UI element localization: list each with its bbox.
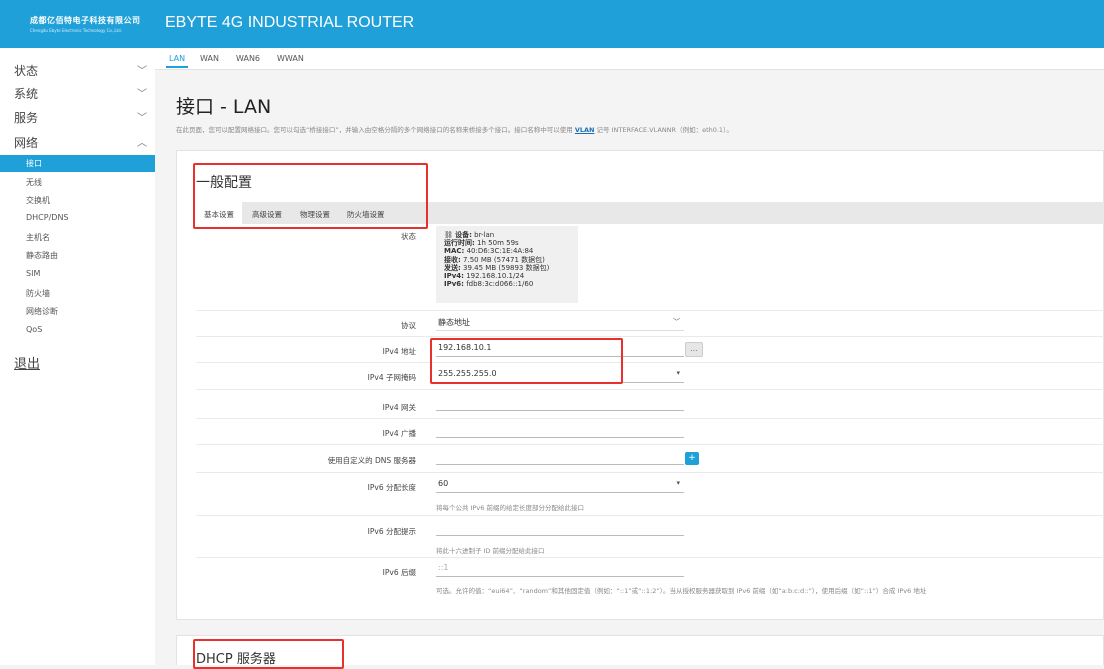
status-value: 1h 50m 59s	[477, 239, 519, 248]
status-key: IPv4:	[444, 272, 464, 281]
brand-name: 成都亿佰特电子科技有限公司	[30, 16, 141, 25]
status-key: 接收:	[444, 255, 461, 264]
tab-wan[interactable]: WAN	[200, 54, 219, 63]
sidebar-menu-services[interactable]: 服务 ﹀	[14, 109, 149, 126]
divider	[196, 444, 1104, 445]
status-value: 40:D6:3C:1E:4A:84	[466, 247, 534, 256]
ipv4-netmask-label: IPv4 子网掩码	[367, 373, 416, 382]
sidebar-menu-network[interactable]: 网络 ︿	[14, 134, 149, 151]
ipv4-gateway-label: IPv4 网关	[382, 403, 416, 412]
caret-down-icon: ▾	[676, 369, 680, 377]
ipv6-suffix-input[interactable]: ::1	[436, 563, 684, 577]
sidebar-item-dhcp-dns[interactable]: DHCP/DNS	[26, 213, 69, 222]
status-key: 运行时间:	[444, 239, 475, 248]
sidebar-item-hostnames[interactable]: 主机名	[26, 232, 50, 243]
ipv6-assign-length-label: IPv6 分配长度	[367, 483, 416, 492]
description-text: 记号 INTERFACE.VLANNR（例如：eth0.1）。	[594, 126, 733, 134]
sidebar-item-interfaces[interactable]: 接口	[0, 155, 155, 172]
status-key: 设备:	[455, 231, 472, 239]
ipv6-length-hint: 将每个公共 IPv6 前缀的给定长度部分分配给此接口	[436, 504, 584, 512]
top-bar: 成都亿佰特电子科技有限公司 Chengdu Ebyte Electronic T…	[0, 0, 1104, 48]
status-value: fdb8:3c:d066::1/60	[466, 280, 534, 289]
status-value: 192.168.10.1/24	[466, 272, 525, 281]
sidebar-menu-system[interactable]: 系统 ﹀	[14, 85, 149, 102]
add-dns-button[interactable]: +	[685, 452, 699, 465]
tab-wwan[interactable]: WWAN	[277, 54, 304, 63]
brand-logo[interactable]: 成都亿佰特电子科技有限公司 Chengdu Ebyte Electronic T…	[0, 0, 155, 48]
status-value: 39.45 MB (59893 数据包)	[463, 263, 550, 272]
interface-tabs: LAN WAN WAN6 WWAN	[155, 48, 1104, 70]
chevron-down-icon: ﹀	[673, 318, 680, 326]
chevron-down-icon: ﹀	[137, 89, 147, 100]
status-key: MAC:	[444, 247, 465, 256]
divider	[196, 515, 1104, 516]
status-value: br-lan	[474, 231, 495, 239]
status-key: IPv6:	[444, 280, 464, 289]
page-title: 接口 - LAN	[176, 96, 272, 118]
sidebar-item-diagnostics[interactable]: 网络诊断	[26, 306, 58, 317]
chevron-down-icon: ﹀	[137, 66, 147, 77]
ipv4-broadcast-label: IPv4 广播	[382, 429, 416, 438]
sidebar-menu-status[interactable]: 状态 ﹀	[14, 62, 149, 79]
status-label: 状态	[401, 232, 416, 241]
status-box: ⛓ 设备: br-lan 运行时间: 1h 50m 59s MAC: 40:D6…	[436, 226, 578, 303]
vlan-link[interactable]: VLAN	[575, 126, 595, 134]
divider	[196, 336, 1104, 337]
protocol-select[interactable]: 静态地址 ﹀	[436, 317, 684, 331]
sidebar-item-wireless[interactable]: 无线	[26, 177, 42, 188]
sidebar-menu-label: 网络	[14, 136, 39, 150]
divider	[196, 389, 1104, 390]
network-icon: ⛓	[444, 231, 453, 239]
status-key: 发送:	[444, 263, 461, 272]
highlight-box-ipv4	[430, 338, 623, 384]
ipv4-broadcast-input[interactable]	[436, 424, 684, 438]
protocol-value: 静态地址	[438, 318, 470, 327]
sidebar-item-label: 接口	[26, 159, 42, 168]
divider	[196, 362, 1104, 363]
description-text: 在此页面，您可以配置网络接口。您可以勾选“桥接接口”，并输入由空格分隔的多个网络…	[176, 126, 575, 134]
app-title: EBYTE 4G INDUSTRIAL ROUTER	[165, 14, 415, 31]
more-options-button[interactable]: …	[685, 342, 703, 357]
sidebar-item-sim[interactable]: SIM	[26, 269, 40, 278]
divider	[196, 418, 1104, 419]
chevron-down-icon: ﹀	[137, 113, 147, 124]
page-description: 在此页面，您可以配置网络接口。您可以勾选“桥接接口”，并输入由空格分隔的多个网络…	[176, 124, 733, 134]
ipv6-assign-hint-label: IPv6 分配提示	[367, 527, 416, 536]
divider	[196, 557, 1104, 558]
tab-lan[interactable]: LAN	[165, 54, 189, 68]
divider	[196, 310, 1104, 311]
tab-wan6[interactable]: WAN6	[236, 54, 260, 63]
brand-name-en: Chengdu Ebyte Electronic Technology Co.,…	[30, 28, 122, 33]
ipv6-assign-hint-input[interactable]	[436, 522, 684, 536]
highlight-box-general-config	[193, 163, 428, 229]
sidebar-item-qos[interactable]: QoS	[26, 325, 42, 334]
ipv6-suffix-hint: 可选。允许的值：“eui64”、“random”和其他固定值（例如：“::1”或…	[436, 587, 927, 595]
custom-dns-label: 使用自定义的 DNS 服务器	[327, 456, 416, 465]
sidebar-item-static-routes[interactable]: 静态路由	[26, 250, 58, 261]
sidebar-menu-label: 状态	[14, 64, 39, 78]
sidebar-item-switch[interactable]: 交换机	[26, 195, 50, 206]
logout-link[interactable]: 退出	[14, 353, 40, 372]
ipv6-hint-hint: 将此十六进制子 ID 前缀分配给此接口	[436, 547, 545, 555]
sidebar-menu-label: 服务	[14, 111, 39, 125]
sidebar: 状态 ﹀ 系统 ﹀ 服务 ﹀ 网络 ︿ 接口 无线 交换机 DHCP/DNS 主…	[0, 48, 155, 665]
sidebar-menu-label: 系统	[14, 87, 39, 101]
sidebar-item-firewall[interactable]: 防火墙	[26, 288, 50, 299]
custom-dns-input[interactable]	[436, 451, 684, 465]
ipv6-suffix-label: IPv6 后缀	[382, 568, 416, 577]
ipv6-assign-length-select[interactable]: 60 ▾	[436, 479, 684, 493]
ipv4-address-label: IPv4 地址	[382, 347, 416, 356]
chevron-up-icon: ︿	[137, 138, 147, 149]
protocol-label: 协议	[401, 321, 416, 330]
status-value: 7.50 MB (57471 数据包)	[463, 255, 545, 264]
caret-down-icon: ▾	[676, 479, 680, 487]
ipv4-gateway-input[interactable]	[436, 397, 684, 411]
divider	[196, 472, 1104, 473]
ipv6-length-value: 60	[438, 479, 449, 488]
